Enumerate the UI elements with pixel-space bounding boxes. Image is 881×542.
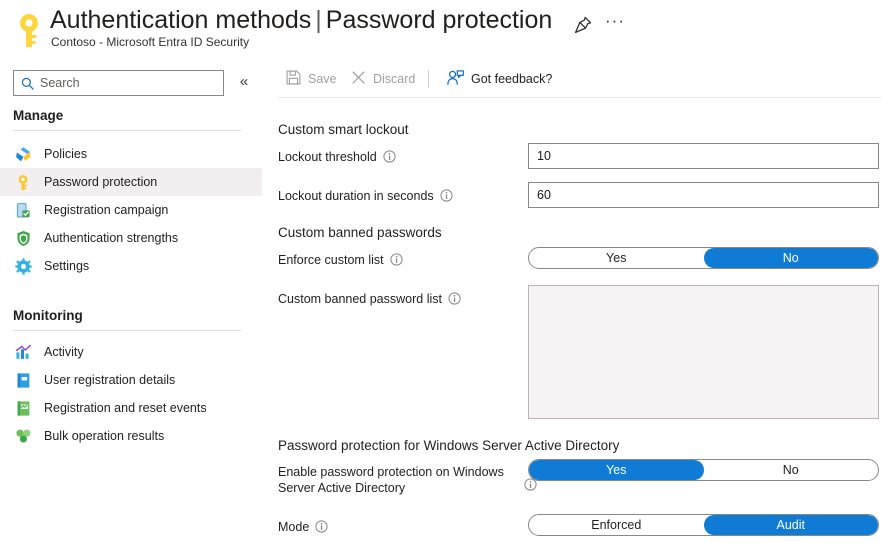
custom-banned-password-list-textarea[interactable] (528, 285, 879, 419)
custom-banned-password-list-label-text: Custom banned password list (278, 292, 442, 306)
section-title-windows-server-ad: Password protection for Windows Server A… (278, 438, 620, 453)
command-bar: Save Discard Got feedback? (262, 60, 881, 98)
info-icon[interactable] (448, 292, 461, 308)
chevron-double-left-icon[interactable]: « (234, 72, 254, 92)
sidebar-item-user-registration-details[interactable]: User registration details (0, 366, 262, 394)
info-icon[interactable] (389, 253, 403, 269)
sidebar-item-label: Registration and reset events (44, 401, 207, 415)
enable-password-protection-label: Enable password protection on Windows Se… (278, 464, 537, 496)
activity-chart-icon (14, 343, 32, 361)
user-registration-book-icon (14, 371, 32, 389)
key-icon (14, 173, 32, 191)
enforce-custom-list-option-no[interactable]: No (703, 248, 878, 268)
page-title: Authentication methods | Password protecti… (50, 5, 552, 35)
search-input[interactable] (40, 72, 215, 94)
mode-label-text: Mode (278, 520, 310, 534)
section-title-custom-smart-lockout: Custom smart lockout (278, 122, 409, 137)
bulk-operations-icon (14, 427, 32, 445)
lockout-threshold-input[interactable] (528, 143, 879, 169)
save-button[interactable]: Save (286, 68, 337, 90)
sidebar-item-policies[interactable]: Policies (0, 140, 262, 168)
sidebar-item-label: Settings (44, 259, 90, 273)
enforce-custom-list-option-yes[interactable]: Yes (529, 248, 704, 268)
info-icon[interactable] (440, 189, 453, 205)
sidebar-item-activity[interactable]: Activity (0, 338, 262, 366)
page-title-sub: Password protection (325, 6, 553, 34)
pin-icon[interactable] (572, 14, 594, 36)
mode-option-audit[interactable]: Audit (703, 515, 878, 535)
registration-campaign-icon (14, 201, 32, 219)
page-title-main: Authentication methods (50, 6, 312, 34)
enable-password-protection-option-no[interactable]: No (704, 460, 879, 480)
got-feedback-button[interactable]: Got feedback? (447, 68, 552, 90)
enforce-custom-list-label: Enforce custom list (278, 252, 403, 269)
shield-icon (14, 229, 32, 247)
enable-password-protection-option-yes[interactable]: Yes (529, 460, 704, 480)
gear-icon (14, 257, 32, 275)
sidebar-item-settings[interactable]: Settings (0, 252, 262, 280)
ellipsis-icon[interactable]: ··· (604, 12, 626, 36)
sidebar-item-label: User registration details (44, 373, 176, 387)
sidebar-item-label: Authentication strengths (44, 231, 179, 245)
save-label: Save (308, 72, 337, 86)
search-box[interactable] (13, 70, 224, 96)
sidebar-item-label: Activity (44, 345, 84, 359)
lockout-threshold-label-text: Lockout threshold (278, 150, 377, 164)
lockout-duration-label: Lockout duration in seconds (278, 188, 453, 205)
discard-button[interactable]: Discard (351, 68, 415, 90)
search-icon (14, 77, 40, 90)
enable-password-protection-toggle[interactable]: Yes No (528, 459, 879, 481)
sidebar-item-label: Password protection (44, 175, 158, 189)
mode-label: Mode (278, 519, 328, 536)
sidebar: « Manage Policies (0, 60, 262, 542)
discard-label: Discard (373, 72, 416, 86)
save-disk-icon (286, 70, 301, 88)
enforce-custom-list-toggle[interactable]: Yes No (528, 247, 879, 269)
page-title-separator: | (315, 6, 322, 34)
sidebar-item-bulk-operation-results[interactable]: Bulk operation results (0, 422, 262, 450)
page-subtitle: Contoso - Microsoft Entra ID Security (51, 35, 250, 49)
sidebar-item-password-protection[interactable]: Password protection (0, 168, 262, 196)
info-icon[interactable] (315, 520, 328, 536)
mode-option-enforced[interactable]: Enforced (529, 515, 704, 535)
command-bar-separator (428, 70, 429, 88)
sidebar-item-label: Bulk operation results (44, 429, 165, 443)
mode-toggle[interactable]: Enforced Audit (528, 514, 879, 536)
enforce-custom-list-label-text: Enforce custom list (278, 253, 384, 267)
lockout-duration-label-text: Lockout duration in seconds (278, 189, 434, 203)
key-icon (14, 12, 44, 50)
close-x-icon (351, 70, 366, 88)
sidebar-item-label: Policies (44, 147, 88, 161)
policies-icon (14, 145, 32, 163)
registration-events-book-icon (14, 399, 32, 417)
feedback-label: Got feedback? (471, 72, 553, 86)
custom-banned-password-list-label: Custom banned password list (278, 291, 461, 308)
nav-divider-monitoring (13, 330, 241, 331)
lockout-duration-input[interactable] (528, 182, 879, 208)
sidebar-item-registration-campaign[interactable]: Registration campaign (0, 196, 262, 224)
info-icon[interactable] (383, 150, 396, 166)
sidebar-item-registration-and-reset-events[interactable]: Registration and reset events (0, 394, 262, 422)
authentication-methods-page: Authentication methods | Password protecti… (0, 0, 881, 542)
nav-divider-manage (13, 130, 241, 131)
enable-password-protection-label-text: Enable password protection on Windows Se… (278, 465, 504, 495)
nav-group-label-manage: Manage (13, 108, 64, 123)
nav-group-label-monitoring: Monitoring (13, 308, 83, 323)
page-header: Authentication methods | Password protecti… (0, 0, 881, 60)
feedback-person-icon (447, 69, 464, 89)
lockout-threshold-label: Lockout threshold (278, 149, 396, 166)
main-content: Custom smart lockout Lockout threshold L… (262, 98, 881, 542)
section-title-custom-banned-passwords: Custom banned passwords (278, 225, 442, 240)
sidebar-item-authentication-strengths[interactable]: Authentication strengths (0, 224, 262, 252)
sidebar-item-label: Registration campaign (44, 203, 169, 217)
